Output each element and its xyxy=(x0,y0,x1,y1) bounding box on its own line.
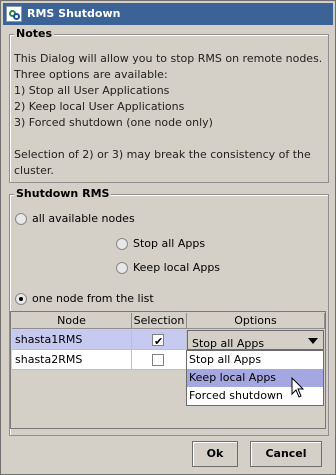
keep-local-apps-label: Keep local Apps xyxy=(133,261,221,274)
rms-app-icon xyxy=(6,6,22,22)
all-nodes-label: all available nodes xyxy=(32,212,135,225)
selection-cell xyxy=(132,330,187,352)
mouse-pointer-icon xyxy=(291,377,305,398)
notes-line: This Dialog will allow you to stop RMS o… xyxy=(14,52,323,65)
radio-stop-all-apps[interactable] xyxy=(116,238,128,250)
column-header-options[interactable]: Options xyxy=(187,313,325,329)
notes-line: 3) Forced shutdown (one node only) xyxy=(14,116,213,129)
selection-cell xyxy=(132,350,187,370)
chevron-down-icon[interactable] xyxy=(308,338,318,344)
node-cell[interactable]: shasta2RMS xyxy=(12,350,132,370)
notes-line: 2) Keep local User Applications xyxy=(14,100,185,113)
window-title: RMS Shutdown xyxy=(27,7,121,20)
dropdown-option-stop-all-apps[interactable]: Stop all Apps xyxy=(187,351,323,369)
radio-one-node[interactable] xyxy=(15,293,27,305)
stop-all-apps-label: Stop all Apps xyxy=(133,237,206,250)
selection-checkbox[interactable] xyxy=(152,354,164,366)
notes-line: cluster. xyxy=(14,164,54,177)
column-header-node[interactable]: Node xyxy=(12,313,132,329)
one-node-label: one node from the list xyxy=(32,292,154,305)
selection-checkbox[interactable] xyxy=(152,332,164,352)
radio-keep-local-apps[interactable] xyxy=(116,262,128,274)
title-bar[interactable]: RMS Shutdown xyxy=(3,3,333,25)
notes-line: 1) Stop all User Applications xyxy=(14,84,170,97)
notes-line: Three options are available: xyxy=(14,68,168,81)
notes-text: This Dialog will allow you to stop RMS o… xyxy=(14,51,323,179)
column-header-selection[interactable]: Selection xyxy=(132,313,187,329)
options-combobox[interactable]: Stop all Apps xyxy=(187,330,324,350)
notes-line: Selection of 2) or 3) may break the cons… xyxy=(14,148,311,161)
dialog-window: RMS Shutdown Notes This Dialog will allo… xyxy=(0,0,336,475)
cancel-button[interactable]: Cancel xyxy=(250,441,322,467)
ok-button[interactable]: Ok xyxy=(192,441,238,467)
radio-all-nodes[interactable] xyxy=(15,213,27,225)
notes-line xyxy=(14,131,314,147)
table-row[interactable]: shasta1RMS Stop all Apps xyxy=(12,330,324,352)
options-cell: Stop all Apps xyxy=(187,330,324,350)
shutdown-legend: Shutdown RMS xyxy=(14,187,112,200)
notes-group: Notes This Dialog will allow you to stop… xyxy=(9,27,329,183)
notes-legend: Notes xyxy=(14,27,55,40)
node-cell[interactable]: shasta1RMS xyxy=(12,330,132,350)
